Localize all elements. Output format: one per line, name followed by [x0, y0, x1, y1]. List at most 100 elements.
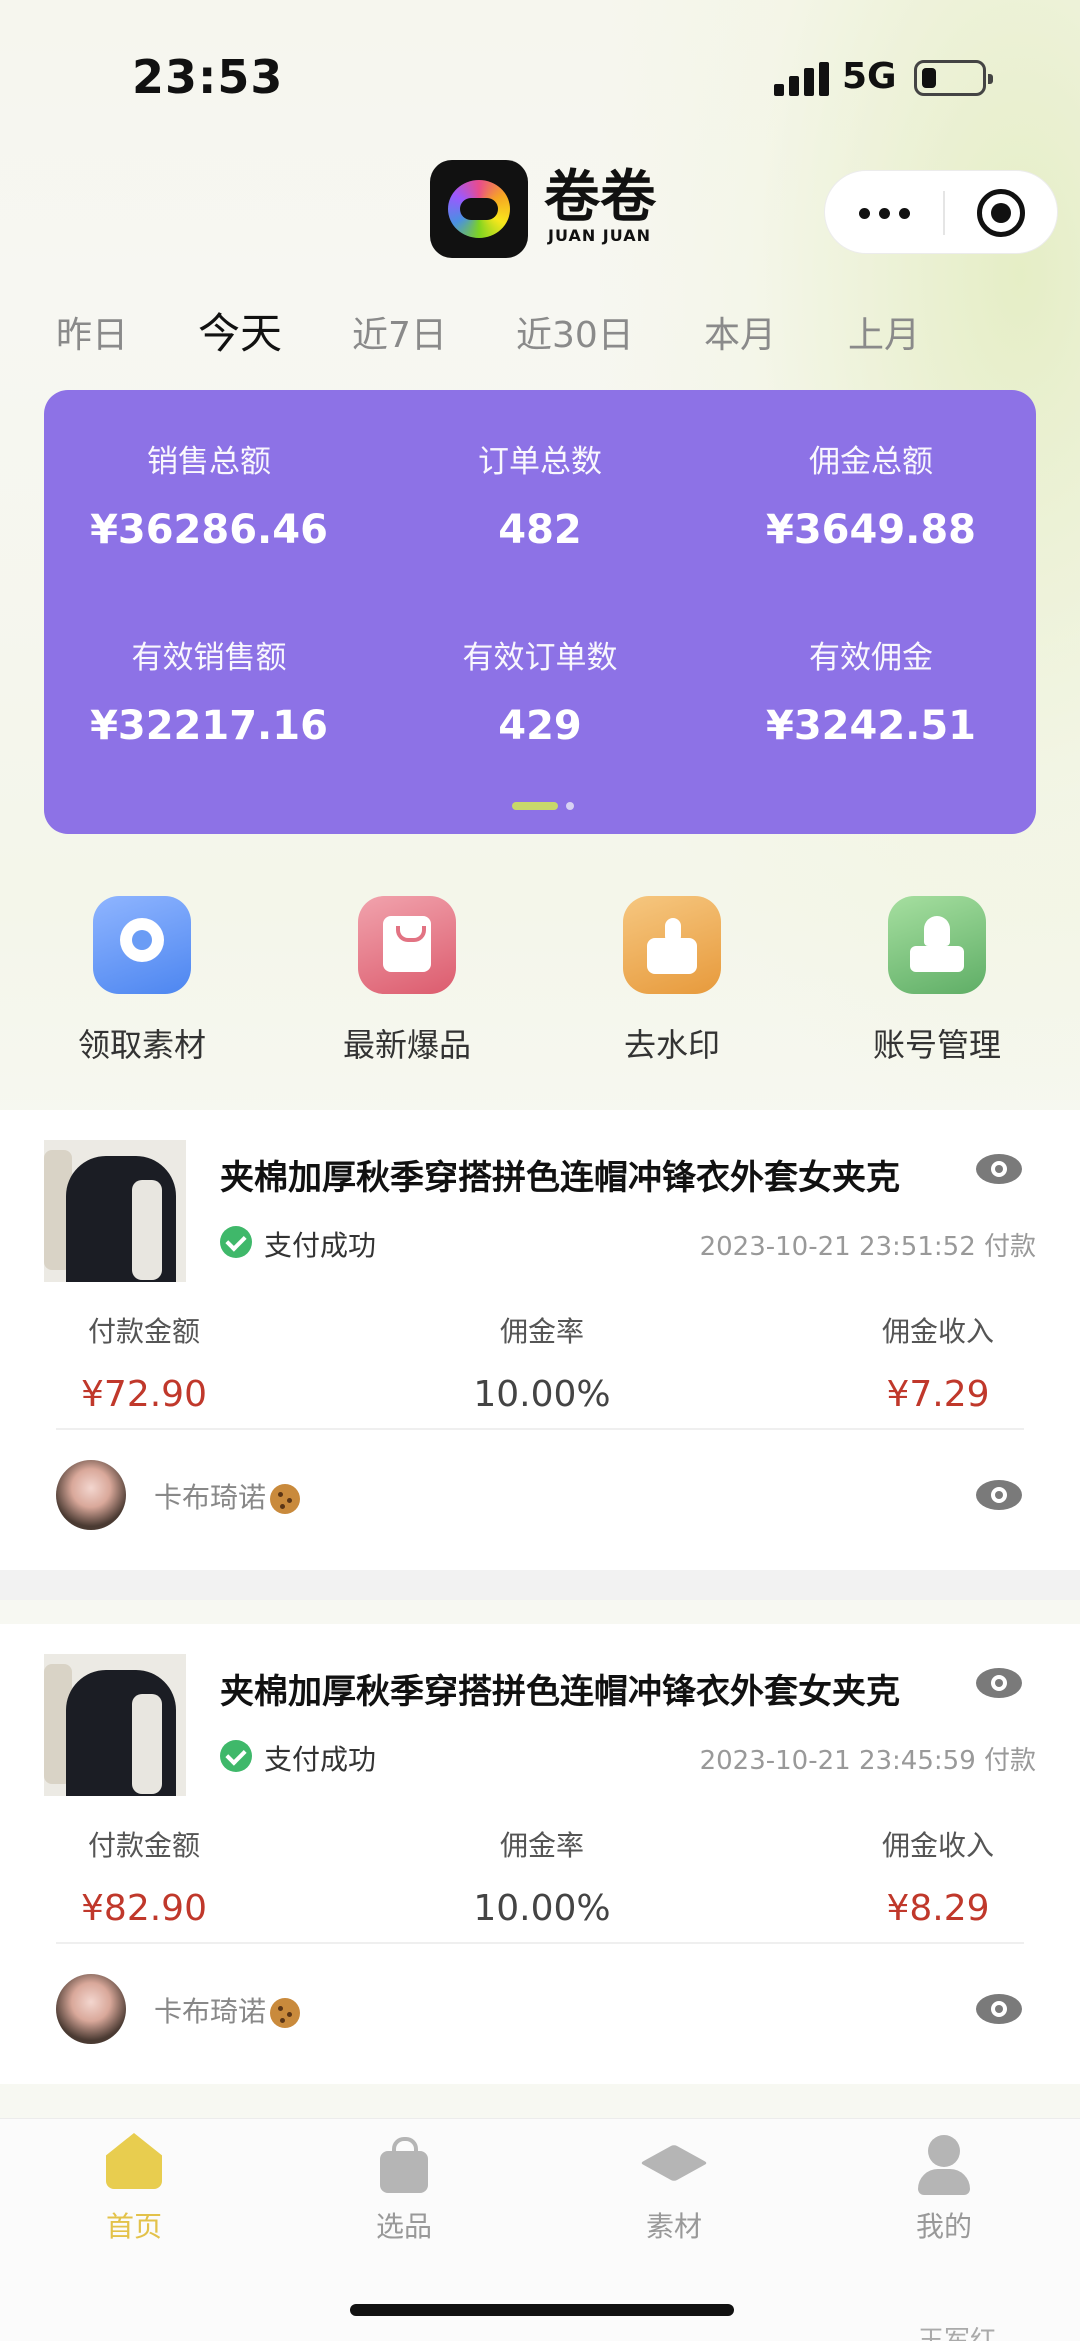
- action-remove-watermark[interactable]: 去水印: [572, 896, 772, 1066]
- divider: [56, 1428, 1024, 1430]
- app-name-latin: JUAN JUAN: [548, 226, 652, 245]
- close-miniprogram-icon[interactable]: [977, 189, 1025, 237]
- stat-label: 佣金总额: [809, 444, 933, 480]
- user-icon: [912, 2133, 976, 2197]
- stat-value: ¥36286.46: [90, 507, 328, 553]
- tab-last-7-days[interactable]: 近7日: [352, 306, 447, 358]
- check-icon: [220, 1740, 252, 1772]
- metric-value: ¥7.29: [886, 1374, 990, 1415]
- commission-income-col: 佣金收入 ¥7.29: [868, 1310, 1008, 1415]
- paid-time: 2023-10-21 23:51:52 付款: [699, 1232, 1036, 1262]
- product-title[interactable]: 夹棉加厚秋季穿搭拼色连帽冲锋衣外套女夹克: [220, 1664, 940, 1713]
- metric-label: 付款金额: [87, 1829, 200, 1862]
- date-range-tabs: 昨日 今天 近7日 近30日 本月 上月: [0, 296, 1080, 366]
- metric-value: ¥8.29: [886, 1888, 990, 1929]
- action-get-material[interactable]: 领取素材: [42, 896, 242, 1066]
- nav-label: 素材: [645, 2210, 702, 2243]
- stat-total-sales: 销售总额 ¥36286.46: [44, 436, 374, 553]
- stat-label: 有效销售额: [131, 640, 287, 676]
- nav-profile[interactable]: 我的: [844, 2133, 1044, 2245]
- view-icon[interactable]: [976, 1994, 1022, 2024]
- order-card[interactable]: 夹棉加厚秋季穿搭拼色连帽冲锋衣外套女夹克 支付成功 2023-10-21 23:…: [0, 1110, 1080, 1570]
- product-thumbnail: [44, 1654, 186, 1796]
- action-label: 去水印: [623, 1026, 720, 1064]
- quick-actions: 领取素材 最新爆品 去水印 账号管理: [0, 896, 1080, 1076]
- stat-value: 429: [498, 703, 582, 749]
- more-icon[interactable]: [859, 193, 949, 233]
- stat-valid-orders: 有效订单数 429: [375, 632, 705, 749]
- home-indicator[interactable]: [350, 2304, 734, 2316]
- metric-label: 佣金收入: [881, 1315, 994, 1348]
- tab-last-month[interactable]: 上月: [848, 306, 920, 358]
- stat-total-orders: 订单总数 482: [375, 436, 705, 553]
- stat-label: 订单总数: [478, 444, 602, 480]
- stat-value: ¥3242.51: [765, 703, 977, 749]
- app-name: 卷卷: [544, 165, 656, 230]
- metric-value: 10.00%: [473, 1374, 611, 1415]
- watermark: 王军红: [918, 2326, 997, 2341]
- app-screen: 23:53 5G 卷卷 JUAN JUAN 昨日 今天 近7日 近30日 本月 …: [0, 0, 1080, 2341]
- metric-label: 付款金额: [87, 1315, 200, 1348]
- action-hot-products[interactable]: 最新爆品: [307, 896, 507, 1066]
- battery-icon: [914, 60, 993, 96]
- thumbs-up-icon: [623, 896, 721, 994]
- status-bar: 23:53 5G: [0, 0, 1080, 150]
- tab-today[interactable]: 今天: [198, 300, 282, 361]
- action-label: 领取素材: [77, 1026, 206, 1064]
- stat-label: 有效佣金: [809, 640, 933, 676]
- action-label: 最新爆品: [342, 1026, 471, 1064]
- status-text: 支付成功: [264, 1743, 377, 1776]
- tab-this-month[interactable]: 本月: [704, 306, 776, 358]
- layers-icon: [642, 2133, 706, 2197]
- action-account-management[interactable]: 账号管理: [837, 896, 1037, 1066]
- cookie-emoji-icon: [270, 1998, 301, 2028]
- stat-total-commission: 佣金总额 ¥3649.88: [706, 436, 1036, 553]
- nav-home[interactable]: 首页: [34, 2133, 234, 2245]
- nav-label: 我的: [915, 2210, 972, 2243]
- avatar: [56, 1974, 126, 2044]
- commission-income-col: 佣金收入 ¥8.29: [868, 1824, 1008, 1929]
- avatar: [56, 1460, 126, 1530]
- order-card[interactable]: 夹棉加厚秋季穿搭拼色连帽冲锋衣外套女夹克 支付成功 2023-10-21 23:…: [0, 1624, 1080, 2084]
- tab-last-30-days[interactable]: 近30日: [516, 306, 634, 358]
- view-icon[interactable]: [976, 1154, 1022, 1184]
- nav-label: 首页: [105, 2210, 162, 2243]
- miniprogram-capsule: [824, 170, 1058, 254]
- user-name: 卡布琦诺: [154, 1476, 301, 1516]
- check-icon: [220, 1226, 252, 1258]
- nav-materials[interactable]: 素材: [574, 2133, 774, 2245]
- material-icon: [93, 896, 191, 994]
- commission-rate-col: 佣金率 10.00%: [462, 1824, 622, 1929]
- app-logo-icon: [430, 160, 528, 258]
- stat-label: 销售总额: [147, 444, 271, 480]
- shopping-bag-icon: [358, 896, 456, 994]
- signal-icon: [774, 62, 830, 96]
- stamp-icon: [888, 896, 986, 994]
- metric-value: ¥72.90: [81, 1374, 207, 1415]
- stat-value: 482: [498, 507, 582, 553]
- paid-time: 2023-10-21 23:45:59 付款: [699, 1746, 1036, 1776]
- action-label: 账号管理: [872, 1026, 1001, 1064]
- stat-valid-commission: 有效佣金 ¥3242.51: [706, 632, 1036, 749]
- nav-select-products[interactable]: 选品: [304, 2133, 504, 2245]
- shopping-bag-icon: [372, 2133, 436, 2197]
- divider: [56, 1942, 1024, 1944]
- stat-valid-sales: 有效销售额 ¥32217.16: [44, 632, 374, 749]
- tab-yesterday[interactable]: 昨日: [56, 306, 128, 358]
- stat-value: ¥32217.16: [90, 703, 328, 749]
- network-type: 5G: [842, 56, 897, 97]
- stat-value: ¥3649.88: [765, 507, 977, 553]
- card-gap: [0, 1570, 1080, 1600]
- view-icon[interactable]: [976, 1480, 1022, 1510]
- home-icon: [102, 2133, 166, 2197]
- stats-card[interactable]: 销售总额 ¥36286.46 订单总数 482 佣金总额 ¥3649.88 有效…: [44, 390, 1036, 834]
- view-icon[interactable]: [976, 1668, 1022, 1698]
- metric-value: 10.00%: [473, 1888, 611, 1929]
- metric-label: 佣金率: [499, 1315, 584, 1348]
- payment-amount-col: 付款金额 ¥82.90: [74, 1824, 214, 1929]
- metric-value: ¥82.90: [81, 1888, 207, 1929]
- product-title[interactable]: 夹棉加厚秋季穿搭拼色连帽冲锋衣外套女夹克: [220, 1150, 940, 1199]
- metric-label: 佣金率: [499, 1829, 584, 1862]
- nav-label: 选品: [375, 2210, 432, 2243]
- product-thumbnail: [44, 1140, 186, 1282]
